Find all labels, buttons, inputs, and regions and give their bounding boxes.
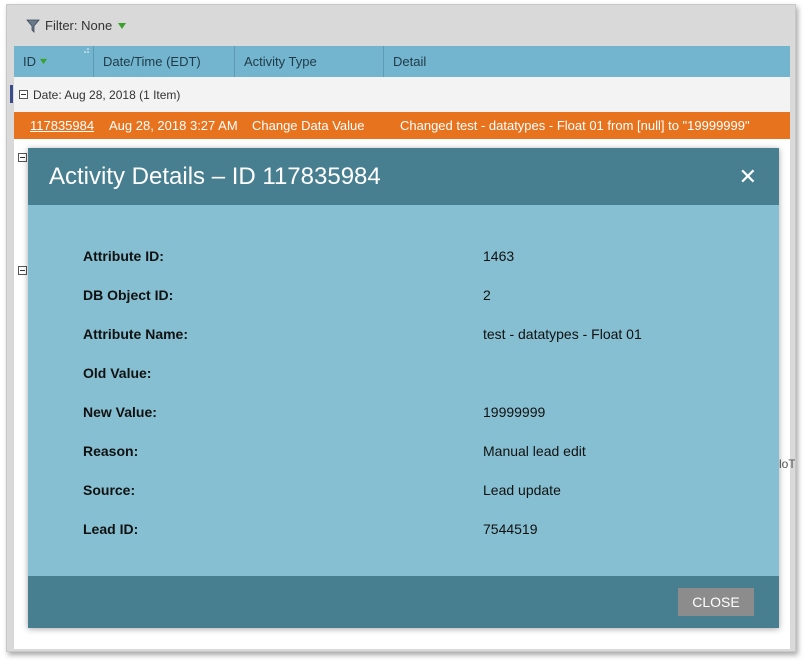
detail-label: New Value: <box>83 404 157 420</box>
detail-value: Lead update <box>483 482 561 498</box>
close-icon[interactable]: ✕ <box>739 165 757 188</box>
column-grip-icon[interactable] <box>82 47 90 55</box>
detail-value: 19999999 <box>483 404 546 420</box>
column-label: ID <box>23 54 36 69</box>
detail-row-reason: Reason: Manual lead edit <box>28 443 779 463</box>
filter-icon[interactable] <box>25 18 41 34</box>
collapse-icon[interactable] <box>19 90 28 99</box>
close-button[interactable]: CLOSE <box>678 588 754 616</box>
detail-row-attribute-name: Attribute Name: test - datatypes - Float… <box>28 326 779 346</box>
column-header-detail[interactable]: Detail <box>384 46 790 77</box>
detail-row-lead-id: Lead ID: 7544519 <box>28 521 779 541</box>
detail-label: Attribute Name: <box>83 326 189 342</box>
row-detail: Changed test - datatypes - Float 01 from… <box>400 118 750 133</box>
group-label: Date: Aug 28, 2018 (1 Item) <box>33 87 181 102</box>
detail-value: 1463 <box>483 248 515 264</box>
row-id-link[interactable]: 117835984 <box>14 118 106 133</box>
detail-label: Reason: <box>83 443 139 459</box>
activity-details-dialog: Activity Details – ID 117835984 ✕ Attrib… <box>28 148 779 628</box>
column-label: Date/Time (EDT) <box>103 54 201 69</box>
selection-marker <box>10 85 13 103</box>
group-row[interactable]: Date: Aug 28, 2018 (1 Item) <box>14 77 790 112</box>
row-datetime: Aug 28, 2018 3:27 AM <box>109 118 238 133</box>
detail-row-source: Source: Lead update <box>28 482 779 502</box>
dialog-footer: CLOSE <box>28 576 779 628</box>
filter-bar: Filter: None <box>7 5 795 46</box>
column-label: Detail <box>393 54 427 69</box>
background-text-fragment: loT <box>779 457 796 471</box>
column-label: Activity Type <box>244 54 317 69</box>
table-header: ID Date/Time (EDT) Activity Type Detail <box>14 46 790 77</box>
detail-value: Manual lead edit <box>483 443 586 459</box>
column-header-activity-type[interactable]: Activity Type <box>235 46 384 77</box>
dialog-header: Activity Details – ID 117835984 ✕ <box>28 148 779 205</box>
sort-desc-icon[interactable] <box>40 58 47 65</box>
row-activity-type: Change Data Value <box>252 118 365 133</box>
filter-label[interactable]: Filter: None <box>45 18 112 33</box>
activity-log-window: Filter: None ID Date/Time (EDT) Activity… <box>6 4 796 652</box>
detail-label: Attribute ID: <box>83 248 164 264</box>
detail-label: Lead ID: <box>83 521 139 537</box>
detail-value: 2 <box>483 287 491 303</box>
detail-label: Old Value: <box>83 365 152 381</box>
column-header-id[interactable]: ID <box>14 46 94 77</box>
detail-row-attribute-id: Attribute ID: 1463 <box>28 248 779 268</box>
column-header-datetime[interactable]: Date/Time (EDT) <box>94 46 235 77</box>
collapse-icon[interactable] <box>18 153 27 162</box>
detail-label: Source: <box>83 482 136 498</box>
filter-dropdown-icon[interactable] <box>118 22 127 30</box>
dialog-title: Activity Details – ID 117835984 <box>49 162 381 190</box>
table-row[interactable]: 117835984 Aug 28, 2018 3:27 AM Change Da… <box>14 112 790 139</box>
detail-row-db-object-id: DB Object ID: 2 <box>28 287 779 307</box>
collapse-icon[interactable] <box>18 266 27 275</box>
detail-row-new-value: New Value: 19999999 <box>28 404 779 424</box>
detail-label: DB Object ID: <box>83 287 174 303</box>
detail-value: test - datatypes - Float 01 <box>483 326 642 342</box>
detail-value: 7544519 <box>483 521 538 537</box>
detail-row-old-value: Old Value: <box>28 365 779 385</box>
